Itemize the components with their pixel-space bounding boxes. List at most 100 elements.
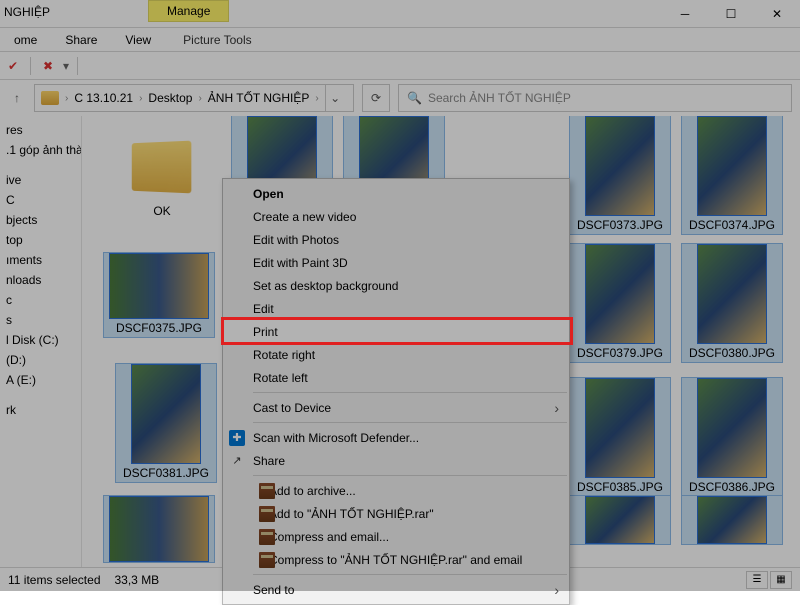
tab-picture-tools[interactable]: Picture Tools	[169, 29, 265, 51]
refresh-button[interactable]: ⟳	[362, 84, 390, 112]
minimize-button[interactable]: ─	[662, 0, 708, 28]
ctx-add-archive[interactable]: Add to archive...	[223, 479, 569, 502]
chevron-right-icon: ›	[139, 93, 142, 104]
ctx-open[interactable]: Open	[223, 182, 569, 205]
ctx-rotate-left[interactable]: Rotate left	[223, 366, 569, 389]
search-input[interactable]: 🔍 Search ẢNH TỐT NGHIỆP	[398, 84, 792, 112]
file-label: DSCF0375.JPG	[104, 319, 214, 337]
ctx-compress-email[interactable]: Compress and email...	[223, 525, 569, 548]
sidebar-item[interactable]: (D:)	[0, 350, 81, 370]
manage-contextual-tab[interactable]: Manage	[148, 0, 229, 22]
ctx-add-rar-label: Add to "ẢNH TỐT NGHIỆP.rar"	[269, 507, 434, 521]
crumb-root[interactable]: C 13.10.21	[70, 91, 137, 105]
folder-item[interactable]: OK	[112, 122, 212, 220]
file-label: DSCF0373.JPG	[570, 216, 670, 234]
file-item[interactable]: DSCF0381.JPG	[116, 364, 216, 482]
ctx-defender-label: Scan with Microsoft Defender...	[253, 431, 419, 445]
sidebar-item[interactable]: l Disk (C:)	[0, 330, 81, 350]
tab-share[interactable]: Share	[51, 29, 111, 51]
file-item[interactable]: DSCF0380.JPG	[682, 244, 782, 362]
sidebar-item[interactable]: res	[0, 120, 81, 140]
file-item[interactable]: DSCF0379.JPG	[570, 244, 670, 362]
file-item[interactable]	[570, 496, 670, 544]
file-item[interactable]	[104, 496, 214, 562]
file-item[interactable]: DSCF0373.JPG	[570, 116, 670, 234]
maximize-button[interactable]: ☐	[708, 0, 754, 28]
context-menu: Open Create a new video Edit with Photos…	[222, 178, 570, 605]
close-button[interactable]: ✕	[754, 0, 800, 28]
file-item[interactable]: DSCF0386.JPG	[682, 378, 782, 496]
tab-view[interactable]: View	[111, 29, 165, 51]
ctx-rotate-right[interactable]: Rotate right	[223, 343, 569, 366]
sidebar-item[interactable]: .1 góp ảnh thàn	[0, 140, 81, 160]
breadcrumb[interactable]: › C 13.10.21 › Desktop › ẢNH TỐT NGHIỆP …	[34, 84, 354, 112]
pin-icon[interactable]: ✔	[4, 57, 22, 75]
shield-icon: ✚	[229, 430, 245, 446]
separator	[30, 57, 31, 75]
sidebar-item[interactable]: s	[0, 310, 81, 330]
sidebar-item[interactable]: A (E:)	[0, 370, 81, 390]
dropdown-icon[interactable]: ▾	[63, 59, 69, 73]
image-thumbnail	[697, 116, 767, 216]
ctx-set-background[interactable]: Set as desktop background	[223, 274, 569, 297]
ctx-edit-photos[interactable]: Edit with Photos	[223, 228, 569, 251]
archive-icon	[259, 506, 275, 522]
file-label: DSCF0381.JPG	[116, 464, 216, 482]
status-selection: 11 items selected	[8, 573, 101, 587]
sidebar-item[interactable]: C	[0, 190, 81, 210]
image-thumbnail	[585, 116, 655, 216]
archive-icon	[259, 552, 275, 568]
ctx-print[interactable]: Print	[223, 320, 569, 343]
file-item[interactable]: DSCF0375.JPG	[104, 253, 214, 337]
ctx-add-rar[interactable]: Add to "ẢNH TỐT NGHIỆP.rar"	[223, 502, 569, 525]
details-view-button[interactable]: ☰	[746, 571, 768, 589]
sidebar-item[interactable]: ıments	[0, 250, 81, 270]
crumb-desktop[interactable]: Desktop	[144, 91, 196, 105]
folder-icon	[41, 91, 59, 105]
image-thumbnail	[109, 496, 209, 562]
ctx-edit[interactable]: Edit	[223, 297, 569, 320]
status-size: 33,3 MB	[115, 573, 160, 587]
ctx-edit-paint3d[interactable]: Edit with Paint 3D	[223, 251, 569, 274]
separator	[253, 392, 567, 393]
sidebar-item[interactable]: nloads	[0, 270, 81, 290]
ctx-defender[interactable]: ✚ Scan with Microsoft Defender...	[223, 426, 569, 449]
archive-icon	[259, 483, 275, 499]
tab-home[interactable]: ome	[0, 29, 51, 51]
share-icon: ↗	[229, 453, 245, 469]
titlebar: NGHIỆP Manage ─ ☐ ✕	[0, 0, 800, 28]
chevron-right-icon: ›	[315, 93, 318, 104]
breadcrumb-dropdown[interactable]: ⌄	[325, 85, 345, 111]
ctx-add-archive-label: Add to archive...	[269, 484, 356, 498]
thumbnails-view-button[interactable]: ▦	[770, 571, 792, 589]
ctx-send-to[interactable]: Send to ›	[223, 578, 569, 601]
file-label: DSCF0386.JPG	[682, 478, 782, 496]
sidebar-item[interactable]: c	[0, 290, 81, 310]
delete-icon[interactable]: ✖	[39, 57, 57, 75]
archive-icon	[259, 529, 275, 545]
separator	[77, 57, 78, 75]
ctx-cast[interactable]: Cast to Device ›	[223, 396, 569, 419]
window-title: NGHIỆP	[0, 5, 50, 19]
file-item[interactable]: DSCF0374.JPG	[682, 116, 782, 234]
sidebar-item[interactable]: rk	[0, 400, 81, 420]
sidebar-item[interactable]: top	[0, 230, 81, 250]
ctx-create-video[interactable]: Create a new video	[223, 205, 569, 228]
search-icon: 🔍	[407, 91, 422, 105]
ctx-share[interactable]: ↗ Share	[223, 449, 569, 472]
ctx-compress-rar-email[interactable]: Compress to "ẢNH TỐT NGHIỆP.rar" and ema…	[223, 548, 569, 571]
image-thumbnail	[109, 253, 209, 319]
image-thumbnail	[585, 244, 655, 344]
chevron-right-icon: ›	[198, 93, 201, 104]
up-button[interactable]: ↑	[8, 89, 26, 107]
ctx-compress-email-label: Compress and email...	[269, 530, 389, 544]
file-item[interactable]	[682, 496, 782, 544]
separator	[253, 422, 567, 423]
sidebar-item[interactable]: ive	[0, 170, 81, 190]
crumb-folder[interactable]: ẢNH TỐT NGHIỆP	[204, 91, 314, 105]
separator	[253, 574, 567, 575]
sidebar-item[interactable]: bjects	[0, 210, 81, 230]
navigation-pane[interactable]: res .1 góp ảnh thàn ive C bjects top ıme…	[0, 116, 82, 567]
file-item[interactable]: DSCF0385.JPG	[570, 378, 670, 496]
image-thumbnail	[697, 378, 767, 478]
